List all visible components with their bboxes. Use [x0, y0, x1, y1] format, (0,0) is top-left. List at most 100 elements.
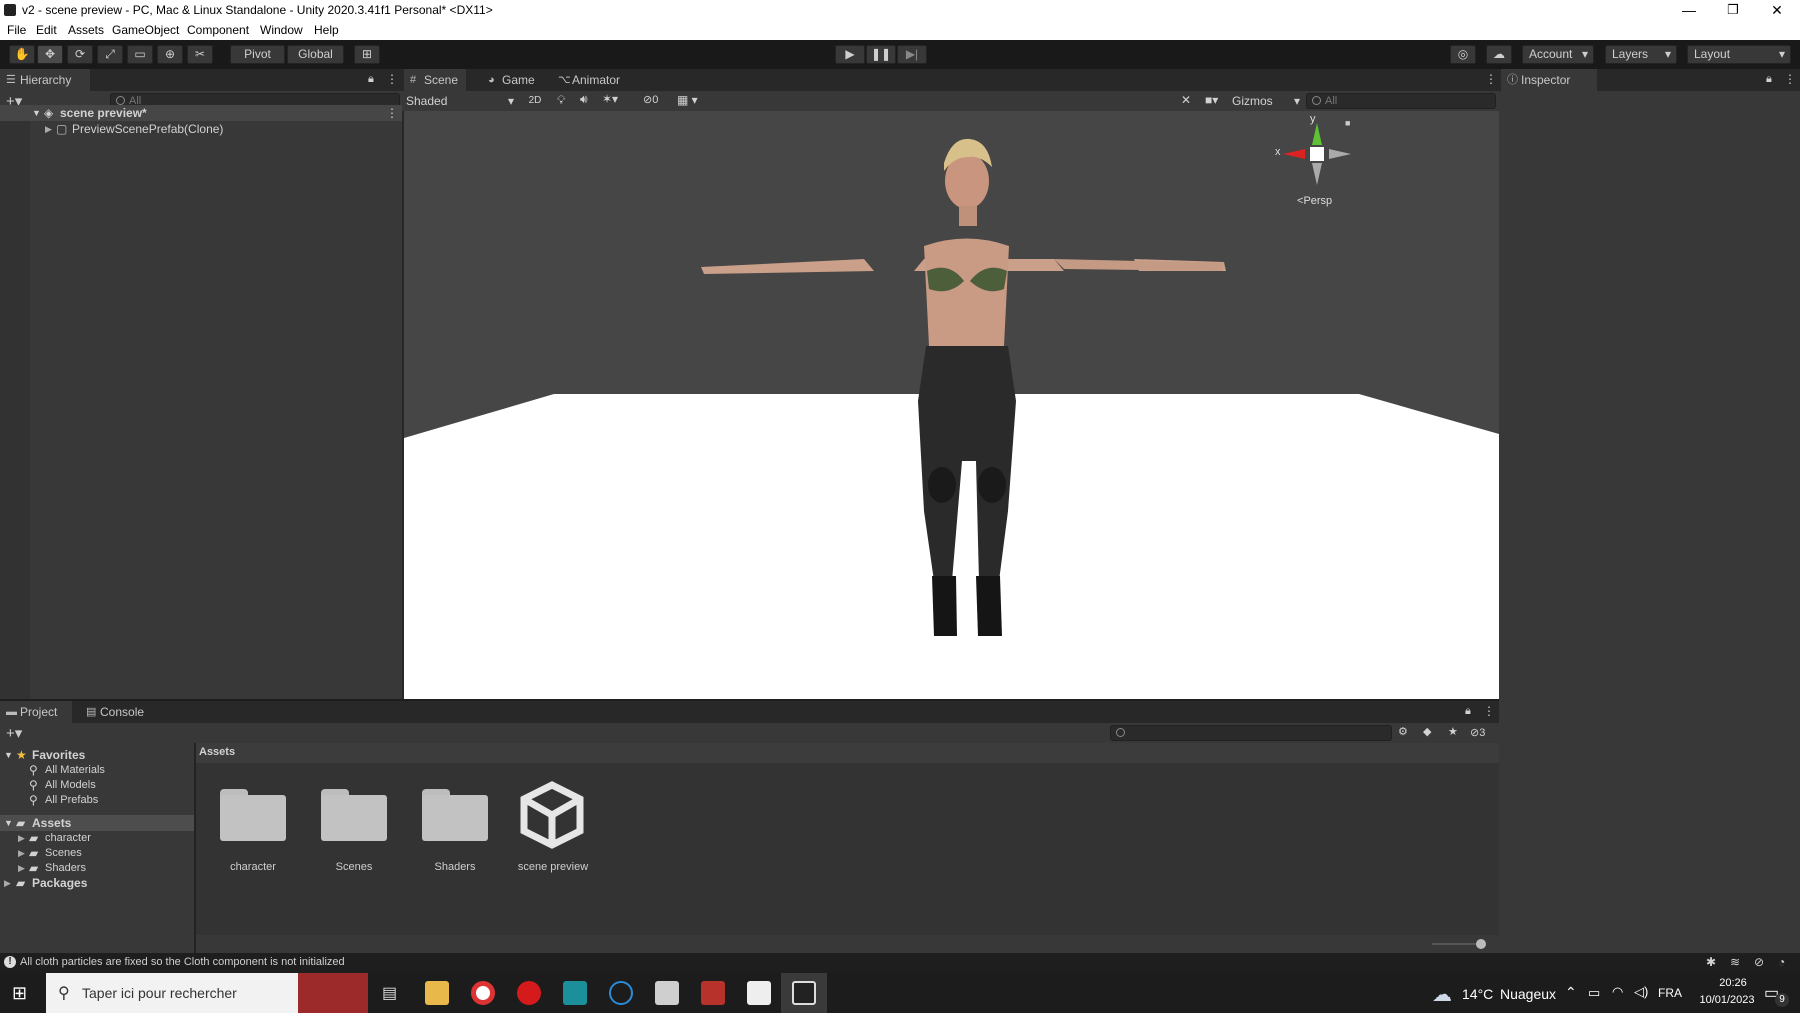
- debug-icon[interactable]: ✱: [1706, 955, 1716, 969]
- tab-project[interactable]: ▬ Project: [0, 701, 72, 723]
- unity-taskbar-button[interactable]: [781, 973, 827, 1013]
- lighting-toggle-icon[interactable]: 💡︎: [557, 93, 565, 108]
- file-explorer-icon[interactable]: [425, 981, 449, 1005]
- pause-button[interactable]: ❚❚: [866, 45, 896, 64]
- favorite-item[interactable]: ⚲ All Prefabs: [0, 792, 194, 808]
- packages-row[interactable]: ▶ ▰ Packages: [0, 875, 194, 891]
- c-app-icon[interactable]: [609, 981, 633, 1005]
- cloud-icon[interactable]: ☁: [1486, 45, 1512, 64]
- menu-assets[interactable]: Assets: [68, 23, 104, 37]
- task-view-icon[interactable]: ▤: [382, 983, 397, 1003]
- kebab-menu-icon[interactable]: ⋮: [1485, 72, 1497, 86]
- cache-icon[interactable]: ≋: [1730, 955, 1740, 969]
- 2d-toggle[interactable]: 2D: [524, 93, 546, 109]
- menu-edit[interactable]: Edit: [36, 23, 57, 37]
- favorite-item[interactable]: ⚲ All Models: [0, 777, 194, 793]
- expand-arrow-icon[interactable]: ▶: [18, 845, 25, 861]
- expand-arrow-icon[interactable]: ▼: [32, 105, 41, 121]
- clock-time[interactable]: 20:26: [1704, 977, 1762, 989]
- scene-search-input[interactable]: All: [1306, 93, 1496, 109]
- kebab-menu-icon[interactable]: ⋮: [386, 72, 398, 86]
- winrar-icon[interactable]: [701, 981, 725, 1005]
- grid-toggle-icon[interactable]: ▦ ▾: [677, 93, 698, 107]
- shading-mode-dropdown[interactable]: Shaded ▾: [406, 93, 516, 109]
- asset-folder-character[interactable]: [218, 785, 286, 841]
- menu-window[interactable]: Window: [260, 23, 303, 37]
- favorite-star-icon[interactable]: ★: [1448, 725, 1458, 738]
- expand-arrow-icon[interactable]: ▶: [4, 875, 11, 891]
- lock-icon[interactable]: ■: [1345, 118, 1350, 128]
- scene-viewport[interactable]: y x ■ <Persp: [404, 111, 1499, 699]
- tab-inspector[interactable]: ⓘ Inspector: [1501, 69, 1597, 91]
- tools-icon[interactable]: ✕: [1181, 93, 1191, 107]
- play-button[interactable]: ▶: [835, 45, 865, 64]
- effects-toggle-icon[interactable]: ✶▾: [602, 92, 618, 106]
- expand-arrow-icon[interactable]: ▼: [4, 747, 13, 763]
- asset-scene-preview[interactable]: [516, 779, 588, 851]
- layout-dropdown[interactable]: Layout ▾: [1687, 45, 1791, 64]
- clock-date[interactable]: 10/01/2023: [1690, 994, 1764, 1006]
- global-toggle[interactable]: Global: [287, 45, 344, 64]
- lock-icon[interactable]: 🔒︎: [1766, 73, 1772, 86]
- status-message[interactable]: All cloth particles are fixed so the Clo…: [20, 956, 345, 968]
- asset-folder-scenes[interactable]: [319, 785, 387, 841]
- search-by-label-icon[interactable]: ◆: [1423, 725, 1431, 738]
- minimize-button[interactable]: —: [1668, 0, 1710, 20]
- kebab-menu-icon[interactable]: ⋮: [1483, 704, 1495, 718]
- menu-component[interactable]: Component: [187, 23, 249, 37]
- menu-help[interactable]: Help: [314, 23, 339, 37]
- tab-game[interactable]: ◕ Game: [482, 69, 544, 91]
- expand-arrow-icon[interactable]: ▶: [18, 860, 25, 876]
- projection-toggle[interactable]: <Persp: [1297, 195, 1332, 207]
- opera-icon[interactable]: [517, 981, 541, 1005]
- close-button[interactable]: ✕: [1756, 0, 1798, 20]
- scene-row[interactable]: ▼ ◈ scene preview* ⋮: [0, 105, 402, 121]
- tab-console[interactable]: ▤ Console: [80, 701, 150, 723]
- scale-tool-icon[interactable]: ⤢: [97, 45, 123, 64]
- hidden-packages-toggle[interactable]: ⊘3: [1470, 726, 1485, 739]
- move-tool-icon[interactable]: ✥: [37, 45, 63, 64]
- taskbar-search-input[interactable]: ⚲ Taper ici pour rechercher: [46, 973, 368, 1013]
- maximize-button[interactable]: ❐: [1712, 0, 1754, 20]
- language-indicator[interactable]: FRA: [1658, 986, 1682, 1000]
- hand-tool-icon[interactable]: ✋: [9, 45, 35, 64]
- favorite-item[interactable]: ⚲ All Materials: [0, 762, 194, 778]
- network-icon[interactable]: ⊘: [1754, 955, 1764, 969]
- audio-toggle-icon[interactable]: 🔊︎: [580, 92, 588, 107]
- wifi-icon[interactable]: ◠: [1612, 984, 1623, 1000]
- unity-hub-icon[interactable]: [747, 981, 771, 1005]
- add-icon[interactable]: +▾: [6, 724, 22, 742]
- kebab-menu-icon[interactable]: ⋮: [386, 105, 398, 121]
- collab-icon[interactable]: ◎: [1450, 45, 1476, 64]
- volume-icon[interactable]: ◁): [1634, 984, 1648, 1000]
- lock-icon[interactable]: 🔒︎: [368, 73, 374, 86]
- rotate-tool-icon[interactable]: ⟳: [67, 45, 93, 64]
- tab-hierarchy[interactable]: ☰ Hierarchy: [0, 69, 90, 91]
- breadcrumb-label[interactable]: Assets: [199, 746, 235, 758]
- asset-folder-shaders[interactable]: [420, 785, 488, 841]
- grid-snap-icon[interactable]: ⊞: [354, 45, 380, 64]
- kebab-menu-icon[interactable]: ⋮: [1784, 72, 1796, 86]
- tree-folder-row[interactable]: ▶ ▰ Scenes: [0, 845, 194, 861]
- battery-icon[interactable]: ▭: [1588, 985, 1600, 1001]
- weather-desc[interactable]: Nuageux: [1500, 986, 1556, 1002]
- m-app-icon[interactable]: [563, 981, 587, 1005]
- weather-temp[interactable]: 14°C: [1462, 986, 1493, 1002]
- chevron-up-icon[interactable]: ⌃: [1565, 984, 1577, 1001]
- hierarchy-item[interactable]: ▶ ▢ PreviewScenePrefab(Clone): [0, 121, 402, 137]
- chrome-icon[interactable]: [471, 981, 495, 1005]
- layers-dropdown[interactable]: Layers ▾: [1605, 45, 1677, 64]
- gizmos-dropdown[interactable]: Gizmos ▾: [1232, 93, 1302, 109]
- camera-icon[interactable]: ■▾: [1205, 93, 1218, 107]
- tab-animator[interactable]: ⌥ Animator: [552, 69, 632, 91]
- rect-tool-icon[interactable]: ▭: [127, 45, 153, 64]
- windows-start-icon[interactable]: ⊞: [12, 983, 27, 1004]
- project-search-input[interactable]: [1110, 725, 1392, 741]
- assets-folder-row[interactable]: ▼ ▰ Assets: [0, 815, 194, 831]
- menu-gameobject[interactable]: GameObject: [112, 23, 179, 37]
- menu-file[interactable]: File: [7, 23, 26, 37]
- favorites-row[interactable]: ▼ ★ Favorites: [0, 747, 194, 763]
- drive-icon[interactable]: [655, 981, 679, 1005]
- account-dropdown[interactable]: Account ▾: [1522, 45, 1594, 64]
- custom-tool-icon[interactable]: ✂: [187, 45, 213, 64]
